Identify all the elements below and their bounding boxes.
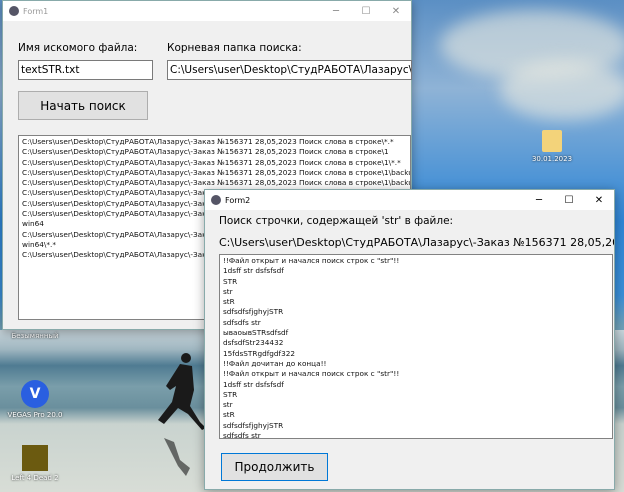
- game-icon: [22, 445, 48, 471]
- memo-line: sdfsdfsfjghyjSTR: [223, 420, 284, 430]
- maximize-icon[interactable]: ☐: [351, 6, 381, 17]
- desktop-icon-folder[interactable]: 30.01.2023: [522, 130, 582, 163]
- start-search-button[interactable]: Начать поиск: [18, 91, 148, 120]
- file-name-label: Имя искомого файла:: [18, 42, 138, 54]
- minimize-icon[interactable]: ─: [321, 6, 351, 17]
- memo-line: sdfsdfs str: [223, 431, 261, 439]
- runner-silhouette: [158, 353, 206, 476]
- close-icon[interactable]: ✕: [381, 6, 411, 17]
- memo-line: ывaoывSTRsdfsdf: [223, 328, 289, 338]
- memo-line: 1dsff str dsfsfsdf: [223, 379, 284, 389]
- app-icon: [9, 6, 19, 16]
- form2-window: Form2 ─ ☐ ✕ Поиск строчки, содержащей 'str…: [204, 189, 615, 490]
- found-lines-memo[interactable]: !!Файл открыт и начался поиск строк с "s…: [219, 254, 613, 439]
- form2-titlebar[interactable]: Form2 ─ ☐ ✕: [205, 190, 614, 210]
- memo-line: C:\Users\user\Desktop\СтудРАБОТА\Лазарус…: [22, 137, 394, 146]
- memo-line: !!Файл открыт и начался поиск строк с "s…: [223, 256, 400, 265]
- memo-line: C:\Users\user\Desktop\СтудРАБОТА\Лазарус…: [22, 178, 411, 188]
- search-description-label: Поиск строчки, содержащей 'str' в файле:: [219, 215, 454, 227]
- memo-line: str: [223, 400, 233, 410]
- cloud: [500, 60, 624, 120]
- desktop-icon-vegas[interactable]: V VEGAS Pro 20.0: [5, 380, 65, 419]
- memo-line: 15fdsSTRgdfgdf322: [223, 348, 296, 358]
- memo-line: C:\Users\user\Desktop\СтудРАБОТА\Лазарус…: [22, 167, 411, 177]
- app-icon: [211, 195, 221, 205]
- memo-line: str: [223, 286, 233, 296]
- root-folder-label: Корневая папка поиска:: [167, 42, 302, 54]
- file-name-input[interactable]: textSTR.txt: [18, 60, 153, 80]
- file-path-label: C:\Users\user\Desktop\СтудРАБОТА\Лазарус…: [219, 236, 614, 249]
- form1-titlebar[interactable]: Form1 ─ ☐ ✕: [3, 1, 411, 21]
- vegas-icon: V: [21, 380, 49, 408]
- memo-line: stR: [223, 410, 235, 420]
- continue-button[interactable]: Продолжить: [221, 453, 328, 481]
- memo-line: STR: [223, 389, 238, 399]
- memo-line: 1dsff str dsfsfsdf: [223, 266, 284, 276]
- desktop-icon-left4dead2[interactable]: Left 4 Dead 2: [5, 445, 65, 482]
- memo-line: STR: [223, 276, 238, 286]
- memo-line: sdfsdfsfjghyjSTR: [223, 307, 284, 317]
- close-icon[interactable]: ✕: [584, 195, 614, 206]
- memo-line: stR: [223, 297, 235, 307]
- root-folder-input[interactable]: C:\Users\user\Desktop\СтудРАБОТА\Лазарус…: [167, 60, 412, 80]
- memo-line: sdfsdfs str: [223, 317, 261, 327]
- memo-line: !!Файл дочитан до конца!!: [223, 358, 327, 368]
- memo-line: dsfsdfStr234432: [223, 338, 284, 348]
- minimize-icon[interactable]: ─: [524, 195, 554, 206]
- desktop-icon-untitled[interactable]: Безымянный: [5, 332, 65, 340]
- memo-line: C:\Users\user\Desktop\СтудРАБОТА\Лазарус…: [22, 147, 389, 157]
- memo-line: !!Файл открыт и начался поиск строк с "s…: [223, 369, 400, 379]
- folder-icon: [542, 130, 562, 152]
- memo-line: C:\Users\user\Desktop\СтудРАБОТА\Лазарус…: [22, 157, 401, 167]
- maximize-icon[interactable]: ☐: [554, 195, 584, 206]
